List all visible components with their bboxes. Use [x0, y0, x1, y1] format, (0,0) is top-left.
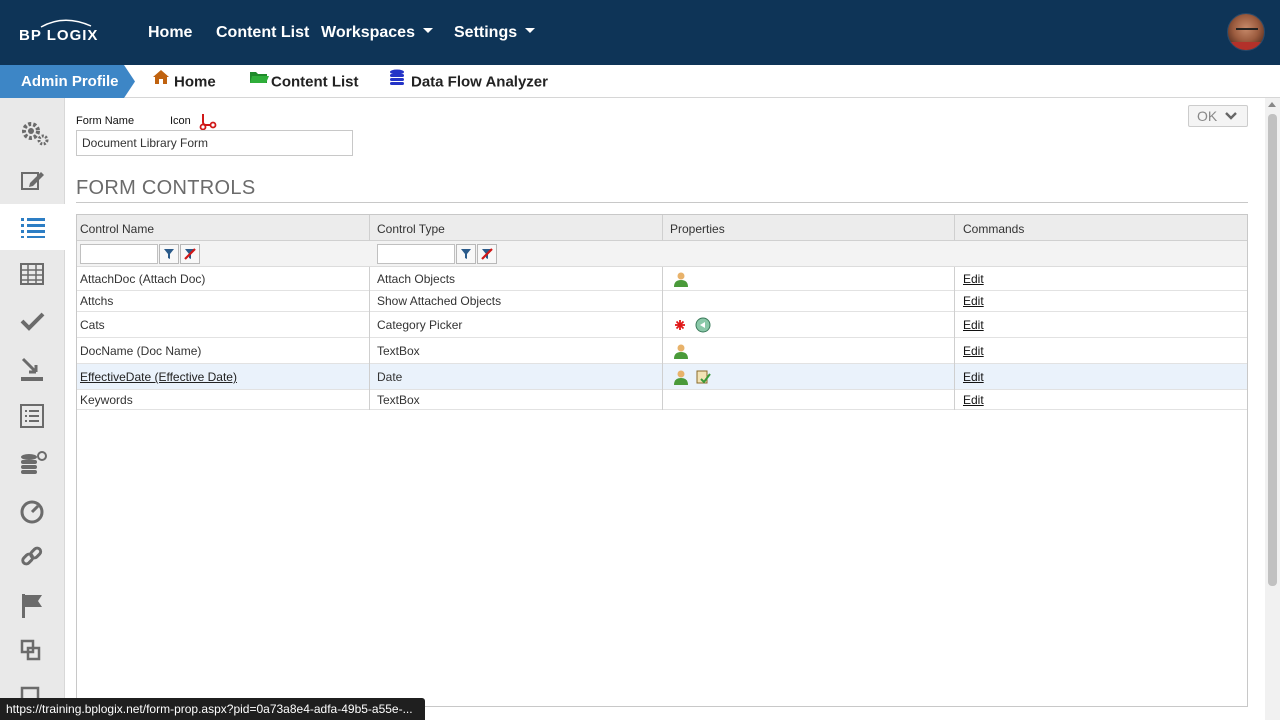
user-avatar[interactable] [1227, 13, 1265, 51]
sidebar-item-data-source[interactable] [0, 440, 65, 486]
control-type-cell: TextBox [377, 344, 420, 358]
sidebar-item-validation[interactable] [0, 298, 65, 344]
sidebar-item-properties[interactable] [0, 109, 65, 155]
nav-home[interactable]: Home [148, 0, 192, 65]
vertical-scrollbar[interactable] [1265, 98, 1280, 720]
control-name-filter-input[interactable] [80, 244, 158, 264]
breadcrumb-bar: Admin Profile Home Content List Data Flo… [0, 65, 1280, 98]
status-url-tooltip: https://training.bplogix.net/form-prop.a… [0, 698, 425, 720]
subnav-data-flow-analyzer[interactable]: Data Flow Analyzer [389, 69, 548, 93]
sidebar-item-edit[interactable] [0, 157, 65, 203]
icon-label: Icon [170, 115, 191, 127]
control-name-filter-button[interactable] [159, 244, 179, 264]
sidebar-item-timer[interactable] [0, 488, 65, 534]
ok-button[interactable]: OK [1188, 105, 1248, 127]
folder-icon [249, 69, 269, 92]
control-type-cell: TextBox [377, 393, 420, 407]
scrollbar-thumb[interactable] [1268, 114, 1277, 586]
sidebar-item-copy[interactable] [0, 628, 65, 674]
admin-profile-tab[interactable]: Admin Profile [0, 65, 135, 98]
form-icon-picker-icon[interactable] [199, 113, 217, 131]
edit-link[interactable]: Edit [960, 291, 984, 312]
admin-profile-label: Admin Profile [21, 73, 119, 90]
copy-icon [20, 639, 41, 661]
globe-icon[interactable] [695, 317, 711, 333]
database-add-icon [21, 451, 47, 474]
list-icon [21, 218, 45, 238]
download-icon [21, 357, 43, 381]
control-type-clear-filter-button[interactable] [477, 244, 497, 264]
link-icon [21, 546, 43, 566]
house-icon [152, 69, 170, 92]
column-header-control-type[interactable]: Control Type [374, 215, 445, 241]
sidebar-item-flags[interactable] [0, 582, 65, 628]
chevron-down-icon [1225, 112, 1237, 120]
control-name-cell[interactable]: EffectiveDate (Effective Date) [77, 364, 237, 390]
edit-link[interactable]: Edit [960, 338, 984, 364]
flag-icon [22, 594, 42, 618]
scroll-up-icon[interactable] [1268, 102, 1276, 107]
column-header-control-name[interactable]: Control Name [77, 215, 154, 241]
edit-icon [21, 172, 44, 190]
gears-icon [22, 122, 49, 146]
form-name-input[interactable] [76, 130, 353, 156]
control-type-filter-button[interactable] [456, 244, 476, 264]
nav-content-list[interactable]: Content List [216, 0, 309, 65]
clear-filter-icon [481, 248, 493, 260]
subnav-content-list[interactable]: Content List [249, 71, 359, 93]
control-type-cell: Category Picker [377, 318, 463, 332]
filter-icon [461, 249, 471, 259]
control-name-cell: DocName (Doc Name) [80, 344, 202, 358]
form-list-icon [20, 404, 44, 428]
edit-link[interactable]: Edit [960, 364, 984, 390]
control-name-clear-filter-button[interactable] [180, 244, 200, 264]
script-icon[interactable] [695, 369, 711, 385]
left-sidebar [0, 98, 66, 720]
nav-workspaces[interactable]: Workspaces [321, 0, 433, 65]
control-name-cell: Keywords [80, 393, 133, 407]
bplogix-logo[interactable]: BP LOGIX [19, 18, 109, 46]
sidebar-item-form-list[interactable] [0, 393, 65, 439]
control-type-cell: Date [377, 370, 403, 384]
control-type-filter-input[interactable] [377, 244, 455, 264]
subnav-home[interactable]: Home [152, 69, 216, 93]
dashboard-icon [20, 500, 44, 524]
column-header-properties[interactable]: Properties [667, 215, 725, 241]
chevron-down-icon [422, 28, 433, 34]
edit-link[interactable]: Edit [960, 312, 984, 338]
control-type-cell: Show Attached Objects [377, 294, 502, 308]
form-name-label: Form Name [76, 115, 135, 127]
filter-row [77, 241, 1247, 267]
clear-filter-icon [184, 248, 196, 260]
form-controls-grid: Control Name Control Type Properties Com… [76, 214, 1248, 707]
section-divider [76, 202, 1248, 203]
user-icon[interactable] [673, 271, 689, 287]
section-title: FORM CONTROLS [76, 177, 256, 199]
user-icon[interactable] [673, 343, 689, 359]
nav-settings[interactable]: Settings [454, 0, 536, 65]
sidebar-item-links[interactable] [0, 534, 65, 580]
check-icon [20, 312, 45, 331]
table-icon [20, 263, 44, 285]
edit-link[interactable]: Edit [960, 267, 984, 291]
sidebar-item-import[interactable] [0, 345, 65, 391]
chevron-down-icon [525, 28, 536, 34]
control-name-cell: AttachDoc (Attach Doc) [80, 272, 206, 286]
control-name-cell: Cats [80, 318, 105, 332]
database-icon [389, 69, 405, 92]
sidebar-item-form-controls[interactable] [0, 204, 66, 250]
column-header-commands[interactable]: Commands [960, 215, 1024, 241]
filter-icon [164, 249, 174, 259]
user-icon[interactable] [673, 369, 689, 385]
top-navigation-bar: BP LOGIX Home Content List Workspaces Se… [0, 0, 1280, 65]
svg-text:BP LOGIX: BP LOGIX [19, 27, 98, 44]
sidebar-item-table[interactable] [0, 251, 65, 297]
control-type-cell: Attach Objects [377, 272, 456, 286]
required-icon[interactable] [675, 320, 685, 330]
control-name-cell: Attchs [80, 294, 114, 308]
edit-link[interactable]: Edit [960, 390, 984, 410]
